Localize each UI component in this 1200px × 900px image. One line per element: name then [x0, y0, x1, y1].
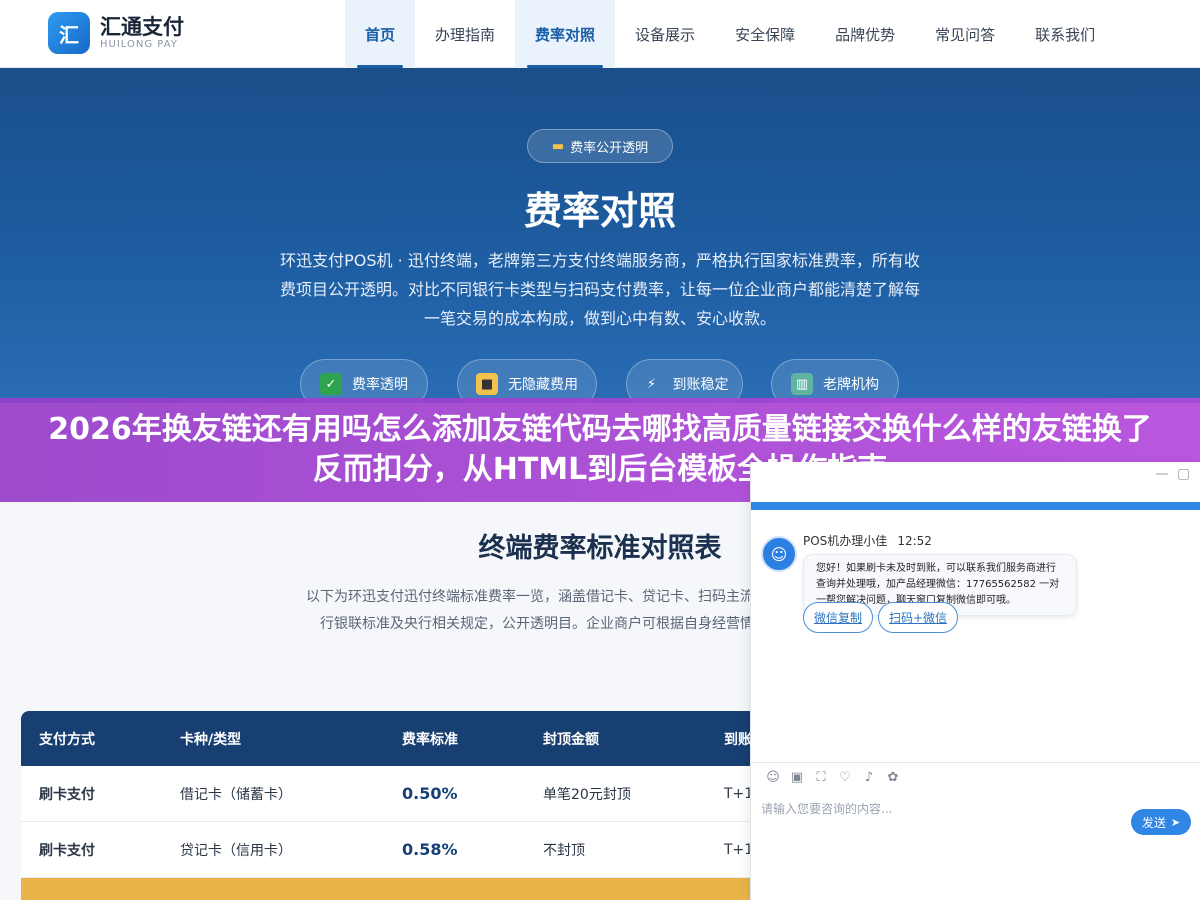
agent-name: POS机办理小佳: [803, 534, 888, 548]
hero-tag: ▬ 费率公开透明: [527, 129, 673, 163]
lock-icon: ■: [476, 373, 498, 395]
table-cell: 单笔20元封顶: [543, 786, 631, 803]
badge-label: 老牌机构: [823, 377, 879, 393]
table-cell: 刷卡支付: [39, 842, 95, 859]
hero-title: 费率对照: [523, 189, 676, 233]
sound-icon[interactable]: ♪: [857, 770, 881, 788]
scan-wechat-button[interactable]: 扫码+微信: [878, 602, 959, 633]
badge-label: 到账稳定: [672, 377, 729, 393]
table-cell: 贷记卡（信用卡）: [180, 842, 292, 859]
logo-name: 汇通支付: [100, 15, 184, 39]
hero-description: 环迅支付POS机 · 迅付终端，老牌第三方支付终端服务商，严格执行国家标准费率，…: [279, 251, 920, 328]
nav-devices[interactable]: 设备展示: [615, 0, 715, 68]
column-header: 费率标准: [402, 731, 458, 748]
column-header: 到账: [724, 731, 752, 748]
badge-label: 无隐藏费用: [508, 377, 578, 393]
rate-value: 0.50%: [402, 784, 458, 803]
send-icon: ➤: [1170, 815, 1181, 829]
building-icon: ▥: [791, 373, 813, 395]
table-cell: T+1: [724, 841, 754, 858]
wechat-icon[interactable]: ✿: [881, 770, 905, 788]
emoji-icon[interactable]: ☺: [761, 770, 785, 788]
screenshot-icon[interactable]: ⛶: [809, 770, 833, 788]
badge-label: 费率透明: [352, 377, 408, 393]
rate-value: 0.58%: [402, 840, 458, 859]
column-header: 支付方式: [39, 731, 95, 748]
site-header: 汇 汇通支付 HUILONG PAY 首页 办理指南 费率对照 设备展示 安全保…: [0, 0, 1200, 68]
chat-divider: [751, 762, 1200, 763]
chat-input[interactable]: 请输入您要咨询的内容...: [761, 800, 892, 817]
check-icon: ✓: [320, 373, 342, 395]
logo-icon: 汇: [48, 12, 90, 54]
main-nav: 首页 办理指南 费率对照 设备展示 安全保障 品牌优势 常见问答 联系我们: [345, 0, 1115, 68]
chat-widget: — ▢ ☺ POS机办理小佳 12:52 您好！如果刷卡未及时到账，可以联系我们服…: [750, 462, 1200, 900]
agent-avatar: ☺: [761, 536, 797, 572]
lightning-icon: ⚡: [646, 376, 657, 392]
copy-wechat-button[interactable]: 微信复制: [803, 602, 874, 633]
image-icon[interactable]: ▣: [785, 770, 809, 788]
column-header: 卡种/类型: [180, 731, 242, 748]
send-button[interactable]: 发送 ➤: [1131, 809, 1191, 835]
nav-security[interactable]: 安全保障: [715, 0, 815, 68]
chat-meta: POS机办理小佳 12:52: [803, 532, 932, 549]
table-cell: 不封顶: [543, 842, 585, 859]
hero-section: ▬ 费率公开透明 费率对照 环迅支付POS机 · 迅付终端，老牌第三方支付终端服…: [0, 68, 1200, 409]
nav-contact[interactable]: 联系我们: [1015, 0, 1115, 68]
site-logo[interactable]: 汇 汇通支付 HUILONG PAY: [48, 12, 184, 54]
nav-guide[interactable]: 办理指南: [415, 0, 515, 68]
nav-rates[interactable]: 费率对照: [515, 0, 616, 68]
message-time: 12:52: [897, 534, 932, 548]
table-cell: T+1: [724, 785, 754, 802]
hero-tag-label: 费率公开透明: [570, 140, 649, 156]
send-label: 发送: [1141, 815, 1166, 830]
logo-subtitle: HUILONG PAY: [100, 39, 178, 50]
minimize-icon[interactable]: —: [1155, 466, 1169, 482]
chat-accent-bar: [751, 502, 1200, 510]
maximize-icon[interactable]: ▢: [1177, 466, 1190, 482]
chat-toolbar: ☺ ▣ ⛶ ♡ ♪ ✿: [761, 770, 905, 788]
table-cell: 刷卡支付: [39, 786, 95, 803]
column-header: 封顶金额: [543, 731, 599, 748]
nav-home[interactable]: 首页: [345, 0, 416, 68]
nav-faq[interactable]: 常见问答: [915, 0, 1015, 68]
rating-icon[interactable]: ♡: [833, 770, 857, 788]
nav-brand[interactable]: 品牌优势: [815, 0, 915, 68]
chat-titlebar: — ▢: [751, 462, 1200, 502]
table-cell: 借记卡（储蓄卡）: [180, 786, 292, 803]
card-icon: ▬: [551, 138, 565, 154]
